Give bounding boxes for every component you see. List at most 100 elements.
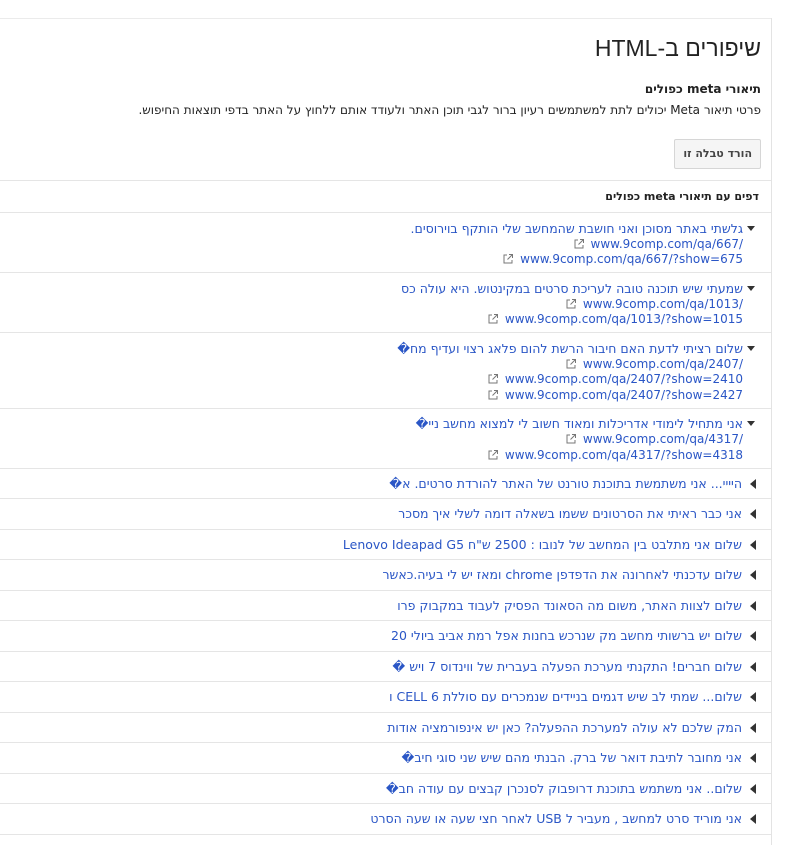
row-title-text: שלום.. אני משתמש בתוכנת דרופבוק לסנכרן ק… — [385, 780, 742, 796]
table-row[interactable]: היייי... אני משתמשת בתוכנת טורנט של האתר… — [0, 469, 771, 499]
caret-left-icon[interactable] — [750, 692, 756, 702]
download-table-button[interactable]: הורד טבלה זו — [674, 139, 761, 169]
caret-left-icon[interactable] — [750, 753, 756, 763]
url-link[interactable]: www.9comp.com/qa/2407/?show=2410 — [505, 372, 743, 386]
table-row[interactable]: שלום עדכנתי לאחרונה את הדפדפן chrome ומא… — [0, 560, 771, 591]
url-line: www.9comp.com/qa/1013/?show=1015 — [0, 312, 757, 328]
external-link-icon[interactable] — [566, 298, 576, 309]
url-line: www.9comp.com/qa/2407/?show=2410 — [0, 372, 757, 388]
url-link[interactable]: www.9comp.com/qa/667/ — [591, 237, 743, 251]
external-link-icon[interactable] — [566, 434, 576, 444]
row-title[interactable]: שלום... שמתי לב שיש דגמים בניידים שנמכרי… — [0, 682, 757, 712]
section-description: פרטי תיאור Meta יכולים לתת למשתמשים רעיו… — [138, 103, 761, 117]
external-link-icon[interactable] — [488, 314, 498, 324]
url-link[interactable]: www.9comp.com/qa/1013/ — [583, 297, 743, 311]
table-row[interactable]: המק שלכם לא עולה למערכת ההפעלה? כאן יש א… — [0, 713, 771, 743]
table-row[interactable]: אני מוריד סרט למחשב , מעביר ל USB לאחר ח… — [0, 804, 771, 835]
row-title-text: שלום... שמתי לב שיש דגמים בניידים שנמכרי… — [389, 689, 742, 704]
html-improvements-panel: שיפורים ב-HTML תיאורי meta כפולים פרטי ת… — [0, 19, 771, 845]
row-title[interactable]: שלום לצוות האתר, משום מה הסאונד הפסיק לע… — [0, 591, 757, 621]
row-title[interactable]: שלום אני מתלבט בין המחשב של לנובו : 2500… — [0, 530, 757, 560]
row-title-text: שלום עדכנתי לאחרונה את הדפדפן chrome ומא… — [382, 567, 742, 582]
row-title-text: שלום אני מתלבט בין המחשב של לנובו : 2500… — [342, 536, 742, 552]
caret-left-icon[interactable] — [750, 722, 756, 733]
caret-left-icon[interactable] — [750, 509, 756, 519]
row-title[interactable]: שלום יש ברשותי מחשב מק שנרכש בחנות אפל ר… — [0, 621, 757, 651]
row-title[interactable]: שלום חברים! התקנתי מערכת הפעלה בעברית של… — [0, 652, 757, 682]
row-title[interactable]: היייי... אני משתמשת בתוכנת טורנט של האתר… — [0, 469, 757, 499]
panel-header: שיפורים ב-HTML תיאורי meta כפולים פרטי ת… — [0, 19, 771, 169]
caret-left-icon[interactable] — [750, 539, 756, 550]
caret-left-icon[interactable] — [750, 631, 756, 641]
row-title[interactable]: שלום רציתי לדעת האם חיבור הרשת להום פלאג… — [0, 340, 757, 356]
section-title: תיאורי meta כפולים — [644, 82, 761, 96]
row-title-text: שלום חברים! התקנתי מערכת הפעלה בעברית של… — [392, 658, 742, 674]
table-row[interactable]: שלום לצוות האתר, משום מה הסאונד הפסיק לע… — [0, 591, 771, 621]
url-line: www.9comp.com/qa/2407/ — [0, 356, 757, 372]
table-row[interactable]: שלום אני מתלבט בין המחשב של לנובו : 2500… — [0, 530, 771, 560]
url-link[interactable]: www.9comp.com/qa/4317/?show=4318 — [505, 448, 743, 462]
caret-left-icon[interactable] — [750, 661, 756, 672]
external-link-icon[interactable] — [574, 238, 584, 249]
page-title: שיפורים ב-HTML — [594, 35, 761, 61]
row-title-text: המק שלכם לא עולה למערכת ההפעלה? כאן יש א… — [387, 719, 742, 735]
row-title[interactable]: שמעתי שיש תוכנה טובה לעריכת סרטים במקינט… — [0, 280, 757, 296]
row-title-text: שלום יש ברשותי מחשב מק שנרכש בחנות אפל ר… — [391, 628, 742, 643]
row-title[interactable]: שלום עדכנתי לאחרונה את הדפדפן chrome ומא… — [0, 560, 757, 590]
panel-right-border — [771, 18, 772, 845]
row-title-text: אני מוריד סרט למחשב , מעביר ל USB לאחר ח… — [370, 811, 742, 826]
row-title-text: גלשתי באתר מסוכן ואני חושבת שהמחשב שלי ה… — [410, 220, 743, 236]
row-title[interactable]: גלשתי באתר מסוכן ואני חושבת שהמחשב שלי ה… — [0, 220, 757, 236]
url-link[interactable]: www.9comp.com/qa/1013/?show=1015 — [505, 312, 743, 326]
url-line: www.9comp.com/qa/4317/?show=4318 — [0, 447, 757, 463]
url-link[interactable]: www.9comp.com/qa/2407/ — [583, 357, 743, 371]
row-title-text: אני מתחיל לימודי אדריכלות ומאוד חשוב לי … — [415, 416, 743, 431]
caret-down-icon[interactable] — [747, 225, 755, 231]
table-row[interactable]: שלום... שמתי לב שיש דגמים בניידים שנמכרי… — [0, 682, 771, 713]
row-title-text: אני מחובר לתיבת דואר של ברק. הבנתי מהם ש… — [401, 750, 743, 765]
url-line: www.9comp.com/qa/667/ — [0, 236, 757, 252]
row-title[interactable]: שלום.. אני משתמש בתוכנת דרופבוק לסנכרן ק… — [0, 774, 757, 804]
caret-left-icon[interactable] — [750, 478, 756, 489]
row-title-text: שלום לצוות האתר, משום מה הסאונד הפסיק לע… — [397, 597, 742, 613]
external-link-icon[interactable] — [566, 358, 576, 369]
url-link[interactable]: www.9comp.com/qa/2407/?show=2427 — [505, 388, 743, 402]
caret-down-icon[interactable] — [747, 285, 755, 291]
row-title[interactable]: אני מחובר לתיבת דואר של ברק. הבנתי מהם ש… — [0, 743, 757, 773]
table-row[interactable]: שלום חברים! התקנתי מערכת הפעלה בעברית של… — [0, 652, 771, 682]
row-title-text: שמעתי שיש תוכנה טובה לעריכת סרטים במקינט… — [401, 280, 743, 296]
url-line: www.9comp.com/qa/1013/ — [0, 296, 757, 312]
external-link-icon[interactable] — [488, 374, 498, 384]
row-title[interactable]: המק שלכם לא עולה למערכת ההפעלה? כאן יש א… — [0, 713, 757, 743]
row-title[interactable]: אני מוריד סרט למחשב , מעביר ל USB לאחר ח… — [0, 804, 757, 834]
url-line: www.9comp.com/qa/667/?show=675 — [0, 252, 757, 268]
row-title[interactable]: אני כבר ראיתי את הסרטונים ששמו בשאלה דומ… — [0, 499, 757, 529]
url-line: www.9comp.com/qa/2407/?show=2427 — [0, 387, 757, 403]
caret-left-icon[interactable] — [750, 570, 756, 580]
external-link-icon[interactable] — [488, 449, 498, 460]
external-link-icon[interactable] — [503, 254, 514, 264]
row-title-text: אני כבר ראיתי את הסרטונים ששמו בשאלה דומ… — [398, 506, 742, 521]
table-header: דפים עם תיאורי meta כפולים — [0, 180, 771, 212]
table-row[interactable]: שלום.. אני משתמש בתוכנת דרופבוק לסנכרן ק… — [0, 774, 771, 804]
table-row[interactable]: גלשתי באתר מסוכן ואני חושבת שהמחשב שלי ה… — [0, 213, 771, 273]
table-row[interactable]: אני מתחיל לימודי אדריכלות ומאוד חשוב לי … — [0, 409, 771, 469]
table-row[interactable]: שמעתי שיש תוכנה טובה לעריכת סרטים במקינט… — [0, 273, 771, 333]
table-row[interactable]: אני כבר ראיתי את הסרטונים ששמו בשאלה דומ… — [0, 499, 771, 530]
row-title-text: שלום רציתי לדעת האם חיבור הרשת להום פלאג… — [397, 340, 743, 356]
table-row[interactable]: שלום רציתי לדעת האם חיבור הרשת להום פלאג… — [0, 333, 771, 409]
row-title-text: היייי... אני משתמשת בתוכנת טורנט של האתר… — [389, 475, 742, 491]
url-link[interactable]: www.9comp.com/qa/4317/ — [583, 432, 743, 446]
caret-down-icon[interactable] — [747, 345, 755, 351]
table-row[interactable]: אני מחובר לתיבת דואר של ברק. הבנתי מהם ש… — [0, 743, 771, 774]
url-link[interactable]: www.9comp.com/qa/667/?show=675 — [520, 252, 743, 266]
caret-left-icon[interactable] — [750, 814, 756, 824]
external-link-icon[interactable] — [488, 389, 498, 400]
duplicate-meta-table: גלשתי באתר מסוכן ואני חושבת שהמחשב שלי ה… — [0, 212, 771, 835]
caret-down-icon[interactable] — [747, 421, 755, 426]
caret-left-icon[interactable] — [750, 783, 756, 794]
row-title[interactable]: אני מתחיל לימודי אדריכלות ומאוד חשוב לי … — [0, 416, 757, 432]
table-row[interactable]: שלום יש ברשותי מחשב מק שנרכש בחנות אפל ר… — [0, 621, 771, 652]
caret-left-icon[interactable] — [750, 600, 756, 611]
url-line: www.9comp.com/qa/4317/ — [0, 432, 757, 448]
